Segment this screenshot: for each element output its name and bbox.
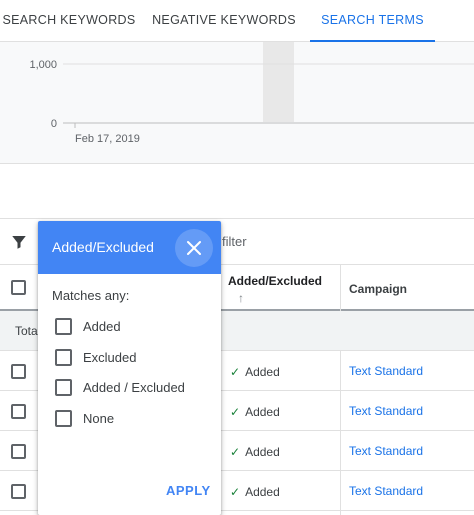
option-added[interactable]: Added [55,316,215,340]
row-checkbox[interactable] [11,404,26,419]
add-filter-text[interactable]: filter [222,234,247,249]
check-icon: ✓ [230,365,241,379]
apply-button[interactable]: APPLY [166,483,211,498]
check-icon: ✓ [230,485,241,499]
matches-any-label: Matches any: [52,288,130,303]
column-header-added-excluded[interactable]: Added/Excluded [228,274,322,288]
option-label: None [83,411,115,426]
status-text: Added [245,485,280,499]
popup-header: Added/Excluded [38,221,221,274]
x-tick-label: Feb 17, 2019 [75,133,140,145]
option-label: Added / Excluded [83,380,185,395]
performance-chart: 1,000 0 Feb 17, 2019 [0,42,474,164]
tab-negative-keywords[interactable]: NEGATIVE KEYWORDS [138,0,310,42]
chart-svg: 1,000 0 Feb 17, 2019 [29,42,474,145]
option-excluded[interactable]: Excluded [55,347,215,371]
tab-search-terms[interactable]: SEARCH TERMS [310,0,435,43]
status-text: Added [245,445,280,459]
row-checkbox[interactable] [11,364,26,379]
status-text: Added [245,405,280,419]
total-label: Tota [15,324,38,338]
tab-search-keywords[interactable]: SEARCH KEYWORDS [0,0,138,42]
tab-bar: SEARCH KEYWORDS NEGATIVE KEYWORDS SEARCH… [0,0,474,43]
option-checkbox[interactable] [55,318,72,335]
close-icon [187,241,201,255]
y-tick-label: 0 [51,118,57,130]
option-none[interactable]: None [55,408,215,432]
status-text: Added [245,365,280,379]
status-cell: ✓ Added [230,405,280,419]
option-checkbox[interactable] [55,379,72,396]
status-cell: ✓ Added [230,485,280,499]
option-checkbox[interactable] [55,410,72,427]
campaign-link[interactable]: Text Standard [349,444,423,458]
select-all-checkbox[interactable] [11,280,26,295]
filter-icon[interactable] [10,233,28,251]
chart-highlight-band [263,42,294,122]
status-cell: ✓ Added [230,445,280,459]
campaign-link[interactable]: Text Standard [349,404,423,418]
sort-arrow-up-icon[interactable]: ↑ [238,291,244,305]
option-checkbox[interactable] [55,349,72,366]
check-icon: ✓ [230,445,241,459]
campaign-link[interactable]: Text Standard [349,484,423,498]
status-cell: ✓ Added [230,365,280,379]
option-label: Excluded [83,350,137,365]
popup-title: Added/Excluded [52,239,154,255]
option-label: Added [83,319,121,334]
column-header-campaign[interactable]: Campaign [349,282,407,296]
y-tick-label: 1,000 [29,59,57,71]
campaign-link[interactable]: Text Standard [349,364,423,378]
added-excluded-filter-popup: Added/Excluded Matches any: Added Exclud… [38,221,221,515]
option-added-excluded[interactable]: Added / Excluded [55,377,215,401]
row-checkbox[interactable] [11,444,26,459]
close-button[interactable] [175,229,213,267]
check-icon: ✓ [230,405,241,419]
row-checkbox[interactable] [11,484,26,499]
